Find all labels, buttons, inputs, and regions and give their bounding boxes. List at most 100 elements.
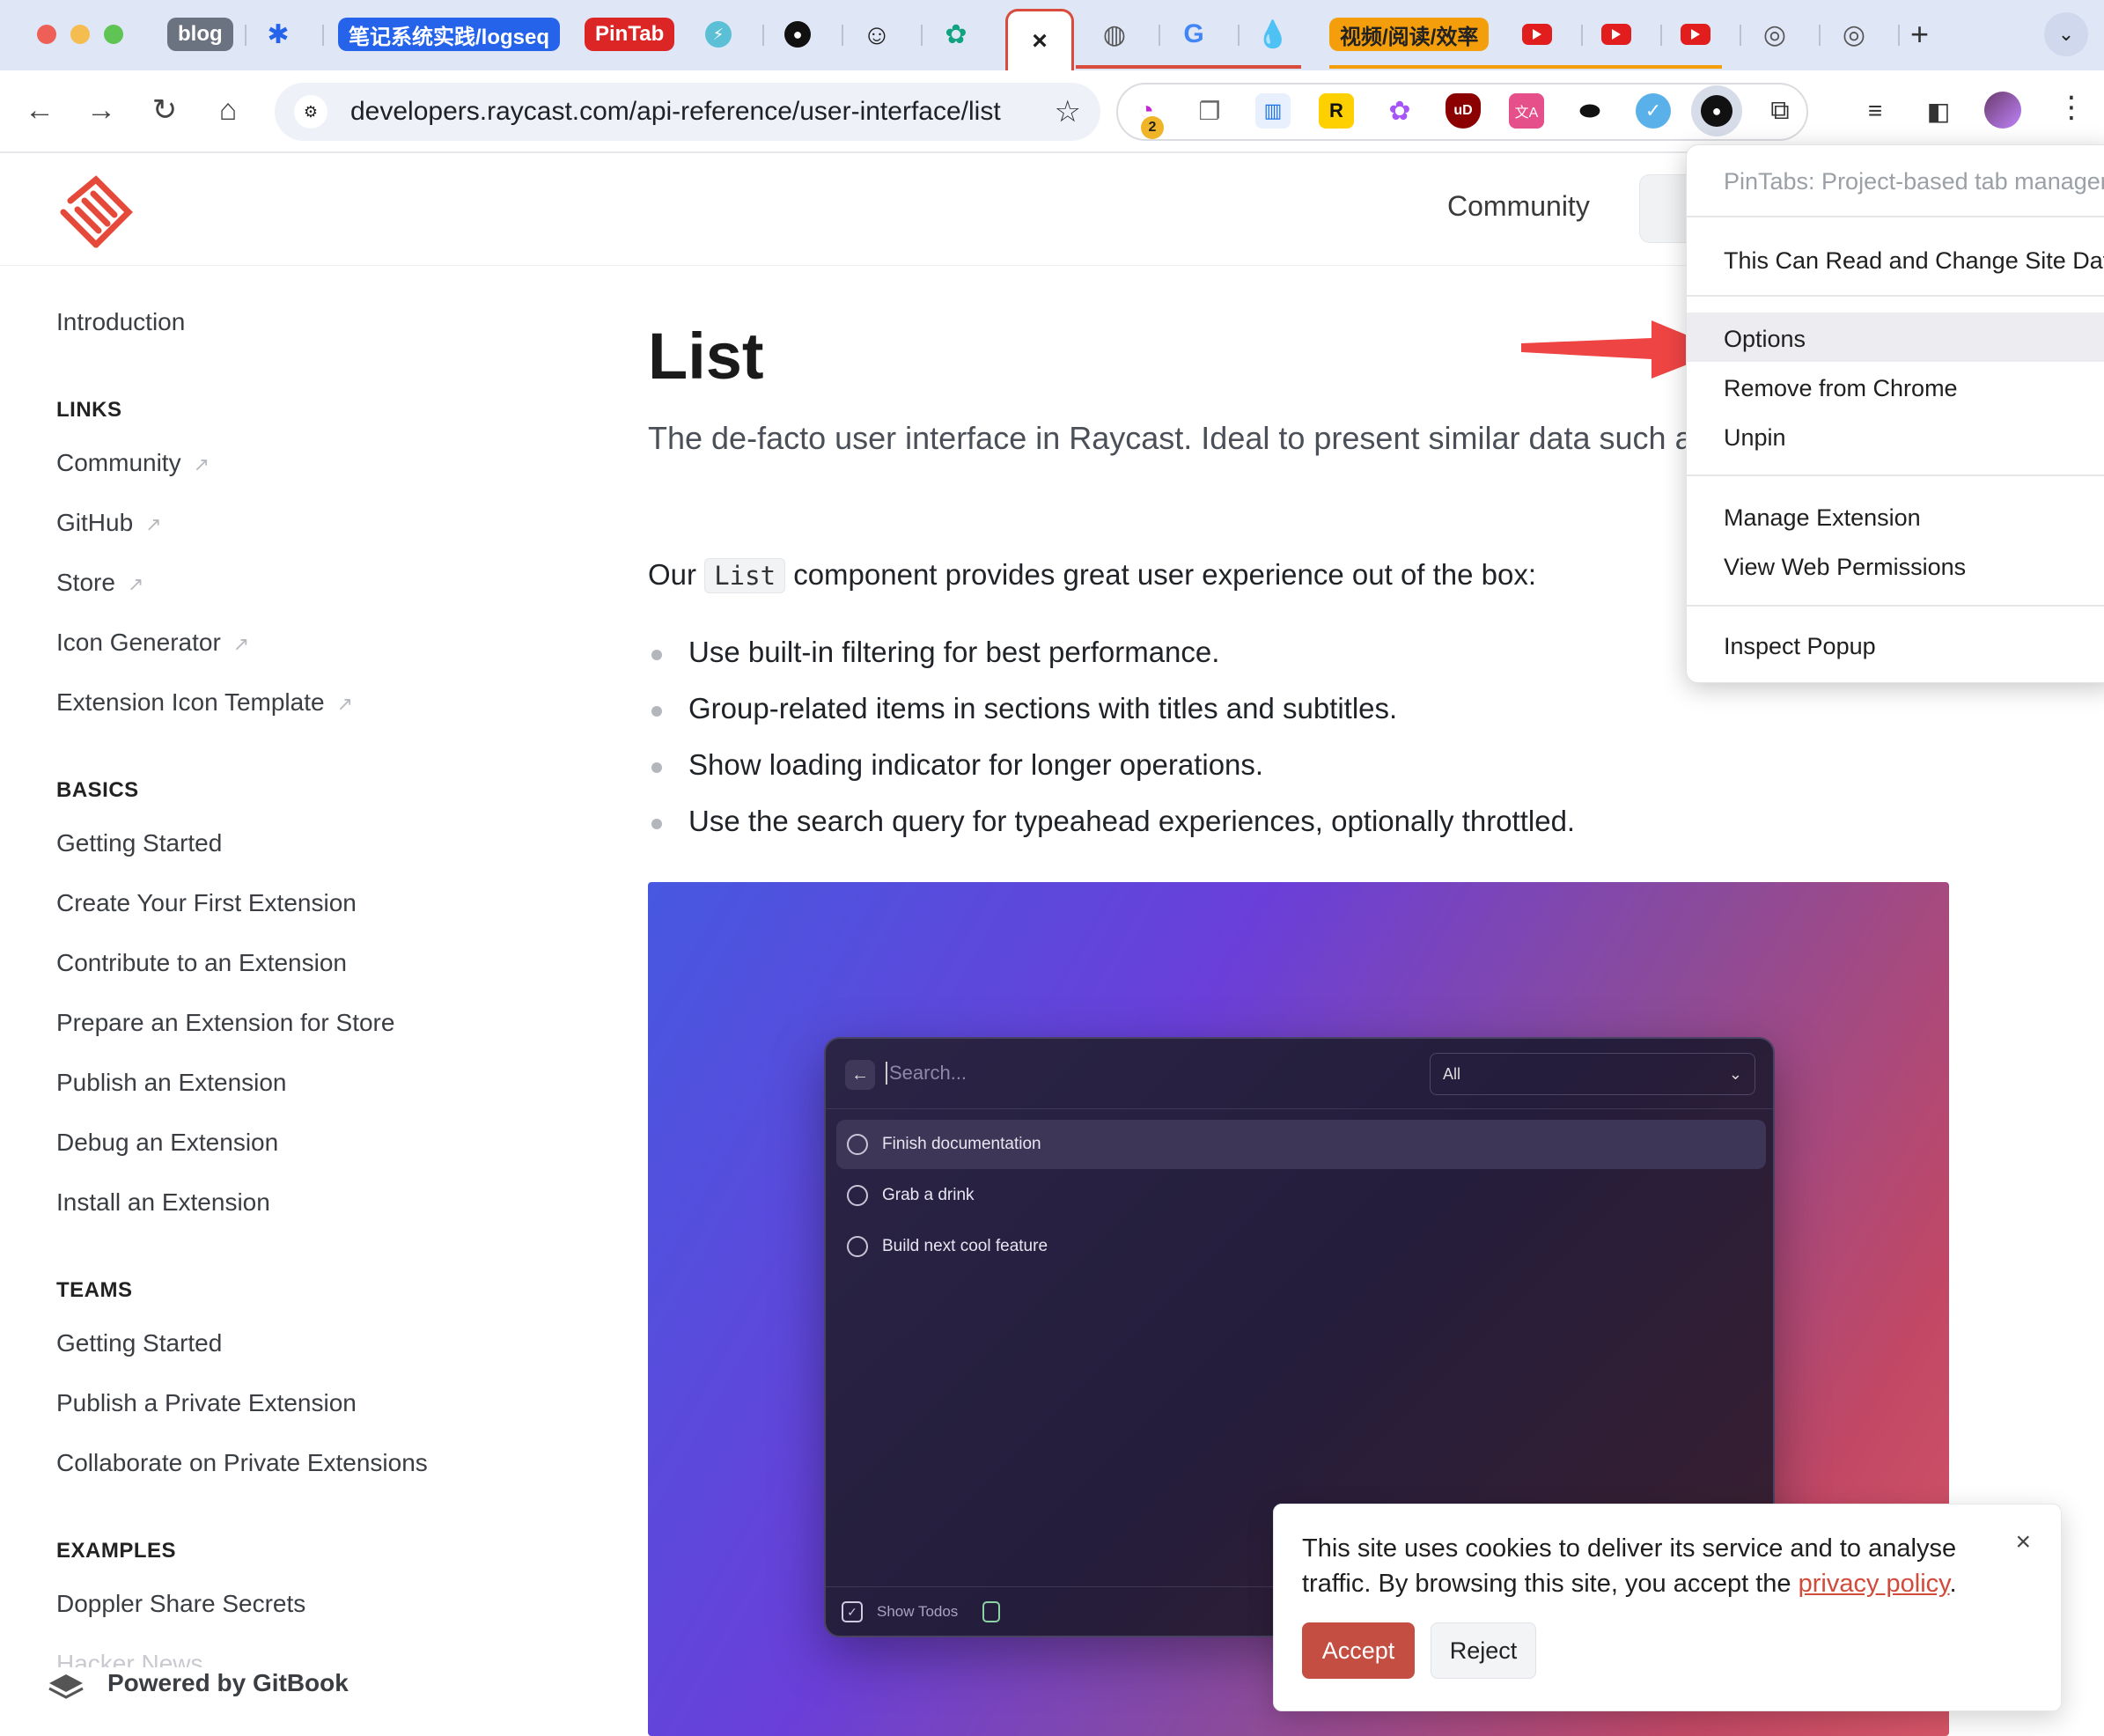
- menu-divider: [1687, 216, 2104, 217]
- tab-bolt[interactable]: ⚡: [699, 14, 738, 55]
- reject-cookies-button[interactable]: Reject: [1431, 1622, 1536, 1679]
- sidebar-item-prepare-for-store[interactable]: Prepare an Extension for Store: [56, 1009, 394, 1037]
- menu-item-web-permissions[interactable]: View Web Permissions: [1724, 554, 1966, 581]
- sidebar-item-publish-private[interactable]: Publish a Private Extension: [56, 1389, 357, 1417]
- checkbox-icon: ✓: [842, 1601, 863, 1622]
- raycast-search-placeholder: Search...: [886, 1062, 967, 1085]
- sidebar-item-store[interactable]: Store ↗: [56, 569, 143, 597]
- cookie-close-button[interactable]: ×: [2015, 1527, 2031, 1557]
- extension-context-menu: PinTabs: Project-based tab manager This …: [1686, 144, 2104, 683]
- tab-separator: [1819, 25, 1821, 46]
- accept-cookies-button[interactable]: Accept: [1302, 1622, 1415, 1679]
- tab-group-underline: [1076, 65, 1301, 69]
- tab-chrome-2[interactable]: ◎: [1835, 14, 1873, 55]
- tab-smiley[interactable]: ☺: [857, 14, 896, 55]
- menu-item-unpin[interactable]: Unpin: [1724, 424, 1786, 452]
- home-icon: ⌂: [218, 92, 238, 127]
- tab-google[interactable]: G: [1174, 14, 1213, 55]
- new-tab-button[interactable]: +: [1910, 16, 1929, 53]
- tab-active[interactable]: ×: [1005, 9, 1074, 70]
- tab-group-logseq[interactable]: 笔记系统实践/logseq: [338, 18, 561, 51]
- powered-by-label: Powered by GitBook: [107, 1669, 349, 1696]
- check-extension-icon[interactable]: ✓: [1636, 93, 1671, 129]
- menu-item-options[interactable]: Options: [1724, 326, 1806, 353]
- tab-search-button[interactable]: ⌄: [2044, 12, 2088, 56]
- tab-group-pintab[interactable]: PinTab: [585, 18, 675, 51]
- toggle-icon: [982, 1601, 1000, 1622]
- tab-youtube-1[interactable]: [1518, 14, 1556, 55]
- ublock-icon[interactable]: uD: [1446, 93, 1481, 129]
- tab-openai[interactable]: ✿: [937, 14, 975, 55]
- chart-extension-icon[interactable]: ▥: [1255, 93, 1291, 129]
- globe-icon: ◍: [1102, 19, 1127, 49]
- raycast-logo[interactable]: [58, 174, 134, 250]
- sidebar-item-debug[interactable]: Debug an Extension: [56, 1129, 278, 1157]
- tab-youtube-3[interactable]: [1676, 14, 1715, 55]
- powered-by-gitbook[interactable]: Powered by GitBook: [48, 1667, 366, 1699]
- feature-list: Use built-in filtering for best performa…: [648, 636, 1575, 861]
- intro-paragraph: Our List component provides great user e…: [648, 558, 1536, 593]
- chevron-down-icon: ⌄: [1728, 1064, 1742, 1083]
- tab-extensions[interactable]: ✱: [261, 14, 296, 55]
- tab-group-underline: [1329, 65, 1722, 69]
- tab-youtube-2[interactable]: [1597, 14, 1636, 55]
- window-close-button[interactable]: [37, 25, 56, 44]
- header-community-link[interactable]: Community: [1447, 190, 1590, 223]
- external-link-icon: ↗: [193, 453, 210, 475]
- bookmark-star-icon[interactable]: ☆: [1055, 94, 1081, 129]
- tab-group-blog[interactable]: blog: [167, 18, 233, 51]
- close-icon[interactable]: ×: [1032, 26, 1048, 56]
- sidebar-item-github[interactable]: GitHub ↗: [56, 509, 162, 537]
- sidebar-item-install[interactable]: Install an Extension: [56, 1188, 270, 1217]
- inline-code: List: [704, 558, 786, 593]
- media-control-icon[interactable]: ≡: [1858, 93, 1893, 129]
- window-minimize-button[interactable]: [70, 25, 90, 44]
- translate-extension-icon[interactable]: 文A: [1509, 93, 1544, 129]
- tab-drop[interactable]: 💧: [1254, 14, 1292, 55]
- address-bar[interactable]: ⚙ developers.raycast.com/api-reference/u…: [275, 83, 1100, 141]
- forward-button[interactable]: →: [79, 88, 123, 132]
- privacy-policy-link[interactable]: privacy policy: [1799, 1570, 1950, 1598]
- menu-item-site-access[interactable]: This Can Read and Change Site Data: [1724, 247, 2104, 275]
- side-panel-icon[interactable]: ◧: [1921, 93, 1956, 129]
- sidebar-item-contribute[interactable]: Contribute to an Extension: [56, 949, 347, 977]
- puzzle-icon[interactable]: ⧉: [1762, 93, 1798, 129]
- tab-github[interactable]: ●: [778, 14, 817, 55]
- sidebar-item-label: Extension Icon Template: [56, 688, 325, 716]
- reload-button[interactable]: ↻: [143, 88, 187, 132]
- menu-item-inspect[interactable]: Inspect Popup: [1724, 633, 1876, 660]
- chevron-down-icon: ⌄: [2057, 23, 2075, 45]
- openai-extension-icon[interactable]: ✿: [1382, 93, 1417, 129]
- home-button[interactable]: ⌂: [206, 88, 250, 132]
- tab-globe[interactable]: ◍: [1095, 14, 1134, 55]
- address-url[interactable]: developers.raycast.com/api-reference/use…: [350, 97, 1001, 127]
- r-extension-icon[interactable]: R: [1319, 93, 1354, 129]
- openai-icon: ✿: [945, 19, 967, 49]
- sidebar-item-label: Store: [56, 569, 115, 596]
- browser-menu-icon[interactable]: ⋮: [2056, 90, 2086, 125]
- sidebar-item-extension-icon-template[interactable]: Extension Icon Template ↗: [56, 688, 353, 717]
- sidebar-item-teams-getting-started[interactable]: Getting Started: [56, 1329, 222, 1357]
- incognito-extension-icon[interactable]: ⬬: [1572, 93, 1607, 129]
- tab-group-video[interactable]: 视频/阅读/效率: [1329, 18, 1490, 51]
- copy-extension-icon[interactable]: ❐: [1192, 93, 1227, 129]
- pintabs-extension-icon[interactable]: ●: [1691, 85, 1742, 136]
- circle-icon: [847, 1134, 868, 1155]
- tab-chrome-1[interactable]: ◎: [1755, 14, 1794, 55]
- list-item: Use built-in filtering for best performa…: [648, 636, 1575, 692]
- sidebar-item-community[interactable]: Community ↗: [56, 449, 210, 477]
- external-link-icon: ↗: [127, 573, 144, 595]
- menu-item-manage[interactable]: Manage Extension: [1724, 504, 1921, 532]
- back-button[interactable]: ←: [18, 88, 62, 132]
- site-settings-icon[interactable]: ⚙: [294, 95, 327, 129]
- menu-item-remove[interactable]: Remove from Chrome: [1724, 375, 1958, 402]
- sidebar-item-publish[interactable]: Publish an Extension: [56, 1069, 287, 1097]
- sidebar-item-introduction[interactable]: Introduction: [56, 308, 185, 336]
- sidebar-item-doppler[interactable]: Doppler Share Secrets: [56, 1590, 305, 1618]
- profile-avatar[interactable]: [1984, 92, 2021, 129]
- sidebar-item-icon-generator[interactable]: Icon Generator ↗: [56, 629, 249, 657]
- sidebar-item-create-first-extension[interactable]: Create Your First Extension: [56, 889, 357, 917]
- window-zoom-button[interactable]: [104, 25, 123, 44]
- sidebar-item-collaborate-private[interactable]: Collaborate on Private Extensions: [56, 1449, 428, 1477]
- sidebar-item-getting-started[interactable]: Getting Started: [56, 829, 222, 857]
